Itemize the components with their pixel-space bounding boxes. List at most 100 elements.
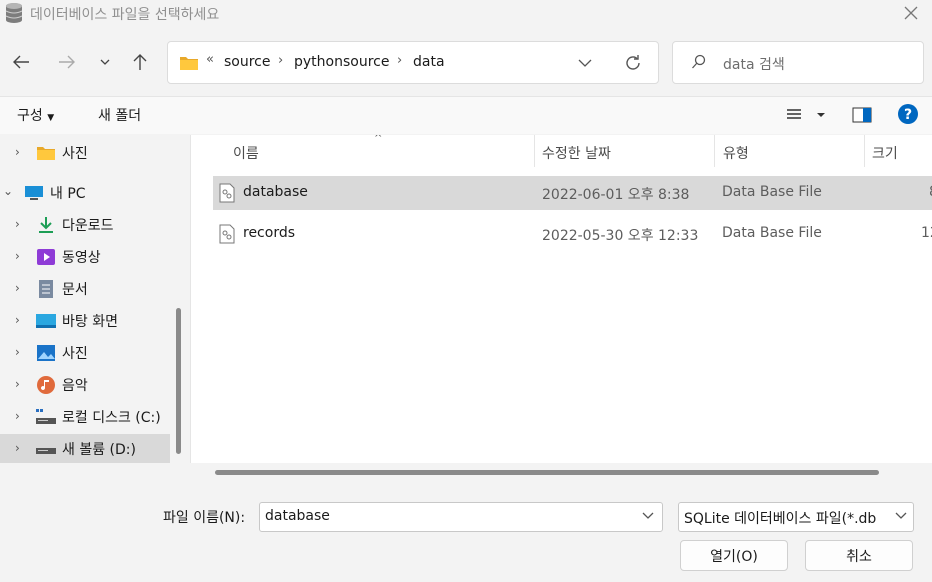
refresh-button[interactable]	[624, 54, 642, 76]
sidebar-item-desktop[interactable]: › 바탕 화면	[0, 306, 170, 336]
recent-locations-button[interactable]	[93, 50, 117, 74]
computer-icon	[25, 186, 43, 200]
chevron-right-icon[interactable]: ›	[15, 217, 20, 231]
chevron-down-icon	[578, 59, 592, 67]
address-dropdown-button[interactable]	[578, 56, 592, 72]
filename-value[interactable]: database	[265, 508, 330, 524]
chevron-right-icon[interactable]: ›	[15, 313, 20, 327]
sidebar-item-this-pc[interactable]: ⌄ 내 PC	[0, 178, 158, 208]
chevron-right-icon[interactable]: ›	[15, 281, 20, 295]
chevron-right-icon[interactable]: ›	[15, 377, 20, 391]
sidebar-item-label: 동영상	[62, 250, 101, 266]
sidebar-item-label: 음악	[62, 378, 88, 394]
chevron-right-icon[interactable]: ›	[15, 345, 20, 359]
forward-button[interactable]	[55, 50, 79, 74]
caret-down-icon: ▼	[47, 113, 55, 123]
chevron-right-icon[interactable]: ›	[15, 409, 20, 423]
drive-icon	[36, 448, 56, 454]
address-bar[interactable]: « source › pythonsource › data	[167, 41, 659, 84]
organize-label: 구성	[17, 108, 43, 124]
column-divider[interactable]	[864, 135, 865, 167]
breadcrumb-separator[interactable]: ›	[278, 53, 283, 68]
filename-dropdown-button[interactable]	[642, 508, 654, 524]
database-icon	[5, 3, 23, 23]
breadcrumb-pythonsource[interactable]: pythonsource	[294, 54, 389, 70]
sidebar-item-volume-d[interactable]: › 새 볼륨 (D:)	[0, 434, 170, 463]
close-button[interactable]	[896, 0, 926, 26]
filename-field[interactable]: database	[259, 502, 663, 532]
help-button[interactable]: ?	[897, 103, 919, 129]
column-divider[interactable]	[714, 135, 715, 167]
list-view-icon	[787, 109, 825, 119]
sidebar-item-label: 새 볼륨 (D:)	[62, 442, 136, 458]
title-bar: 데이터베이스 파일을 선택하세요	[0, 0, 932, 28]
column-header-type[interactable]: 유형	[723, 135, 749, 167]
pictures-icon	[37, 345, 55, 361]
search-box[interactable]: data 검색	[672, 41, 924, 84]
breadcrumb-separator[interactable]: ›	[397, 53, 402, 68]
overflow-chevron[interactable]: «	[206, 52, 214, 67]
desktop-icon	[36, 314, 56, 328]
file-icon	[219, 224, 235, 244]
svg-text:?: ?	[904, 107, 912, 123]
file-name: records	[243, 225, 296, 241]
document-icon	[39, 280, 53, 298]
file-icon	[219, 183, 235, 203]
column-header-name[interactable]: 이름	[233, 135, 259, 167]
chevron-right-icon[interactable]: ›	[15, 145, 20, 159]
sidebar-item-local-disk-c[interactable]: › 로컬 디스크 (C:)	[0, 402, 170, 432]
help-icon: ?	[898, 104, 918, 124]
filename-label: 파일 이름(N):	[163, 510, 246, 526]
chevron-right-icon[interactable]: ›	[15, 441, 20, 455]
chevron-down-icon	[642, 512, 654, 519]
breadcrumb-data[interactable]: data	[413, 54, 445, 70]
breadcrumb-source[interactable]: source	[224, 54, 271, 70]
window-title: 데이터베이스 파일을 선택하세요	[30, 7, 220, 23]
arrow-left-icon	[13, 55, 29, 69]
filetype-select[interactable]: SQLite 데이터베이스 파일(*.db	[678, 502, 914, 532]
sidebar-item-label: 내 PC	[50, 186, 86, 202]
file-size: 12	[921, 225, 932, 241]
file-type: Data Base File	[722, 225, 822, 241]
search-input[interactable]: data 검색	[723, 54, 785, 74]
sidebar-item-label: 로컬 디스크 (C:)	[62, 410, 161, 426]
sidebar-item-pictures[interactable]: › 사진	[0, 338, 170, 368]
open-button[interactable]: 열기(O)	[680, 540, 788, 571]
preview-pane-button[interactable]	[852, 107, 872, 127]
file-modified: 2022-06-01 오후 8:38	[542, 187, 690, 203]
navigation-pane: › 사진 ⌄ 내 PC › 다운로드 › 동영상 › 문서 › 바탕 화면 › …	[0, 135, 188, 463]
sidebar-item-videos[interactable]: › 동영상	[0, 242, 170, 272]
cancel-button[interactable]: 취소	[805, 540, 913, 571]
video-icon	[37, 249, 55, 265]
chevron-down-icon	[895, 512, 907, 519]
sidebar-item-pictures-quick[interactable]: › 사진	[0, 138, 170, 168]
navigation-scrollbar[interactable]	[176, 308, 181, 454]
back-button[interactable]	[9, 50, 33, 74]
search-icon	[692, 54, 706, 69]
sidebar-item-label: 다운로드	[62, 218, 114, 234]
preview-pane-icon	[852, 107, 872, 123]
music-icon	[37, 376, 55, 394]
view-button[interactable]	[786, 108, 830, 126]
sidebar-item-downloads[interactable]: › 다운로드	[0, 210, 170, 240]
chevron-right-icon[interactable]: ›	[15, 249, 20, 263]
column-header-size[interactable]: 크기	[872, 135, 898, 167]
chevron-down-icon[interactable]: ⌄	[3, 184, 13, 198]
file-type: Data Base File	[722, 184, 822, 200]
sidebar-item-documents[interactable]: › 문서	[0, 274, 170, 304]
column-divider[interactable]	[534, 135, 535, 167]
folder-icon	[37, 147, 55, 160]
sidebar-item-label: 바탕 화면	[62, 314, 118, 330]
table-row[interactable]: records 2022-05-30 오후 12:33 Data Base Fi…	[213, 217, 932, 251]
filetype-dropdown-button[interactable]	[895, 508, 907, 524]
download-icon	[39, 217, 53, 233]
table-row[interactable]: database 2022-06-01 오후 8:38 Data Base Fi…	[213, 176, 932, 210]
horizontal-scrollbar[interactable]	[215, 470, 879, 475]
sidebar-item-label: 문서	[62, 282, 88, 298]
up-button[interactable]	[128, 50, 152, 74]
organize-button[interactable]: 구성 ▼	[17, 105, 54, 125]
file-name: database	[243, 184, 308, 200]
new-folder-button[interactable]: 새 폴더	[98, 105, 141, 125]
sidebar-item-music[interactable]: › 음악	[0, 370, 170, 400]
column-header-modified[interactable]: 수정한 날짜	[542, 135, 611, 167]
